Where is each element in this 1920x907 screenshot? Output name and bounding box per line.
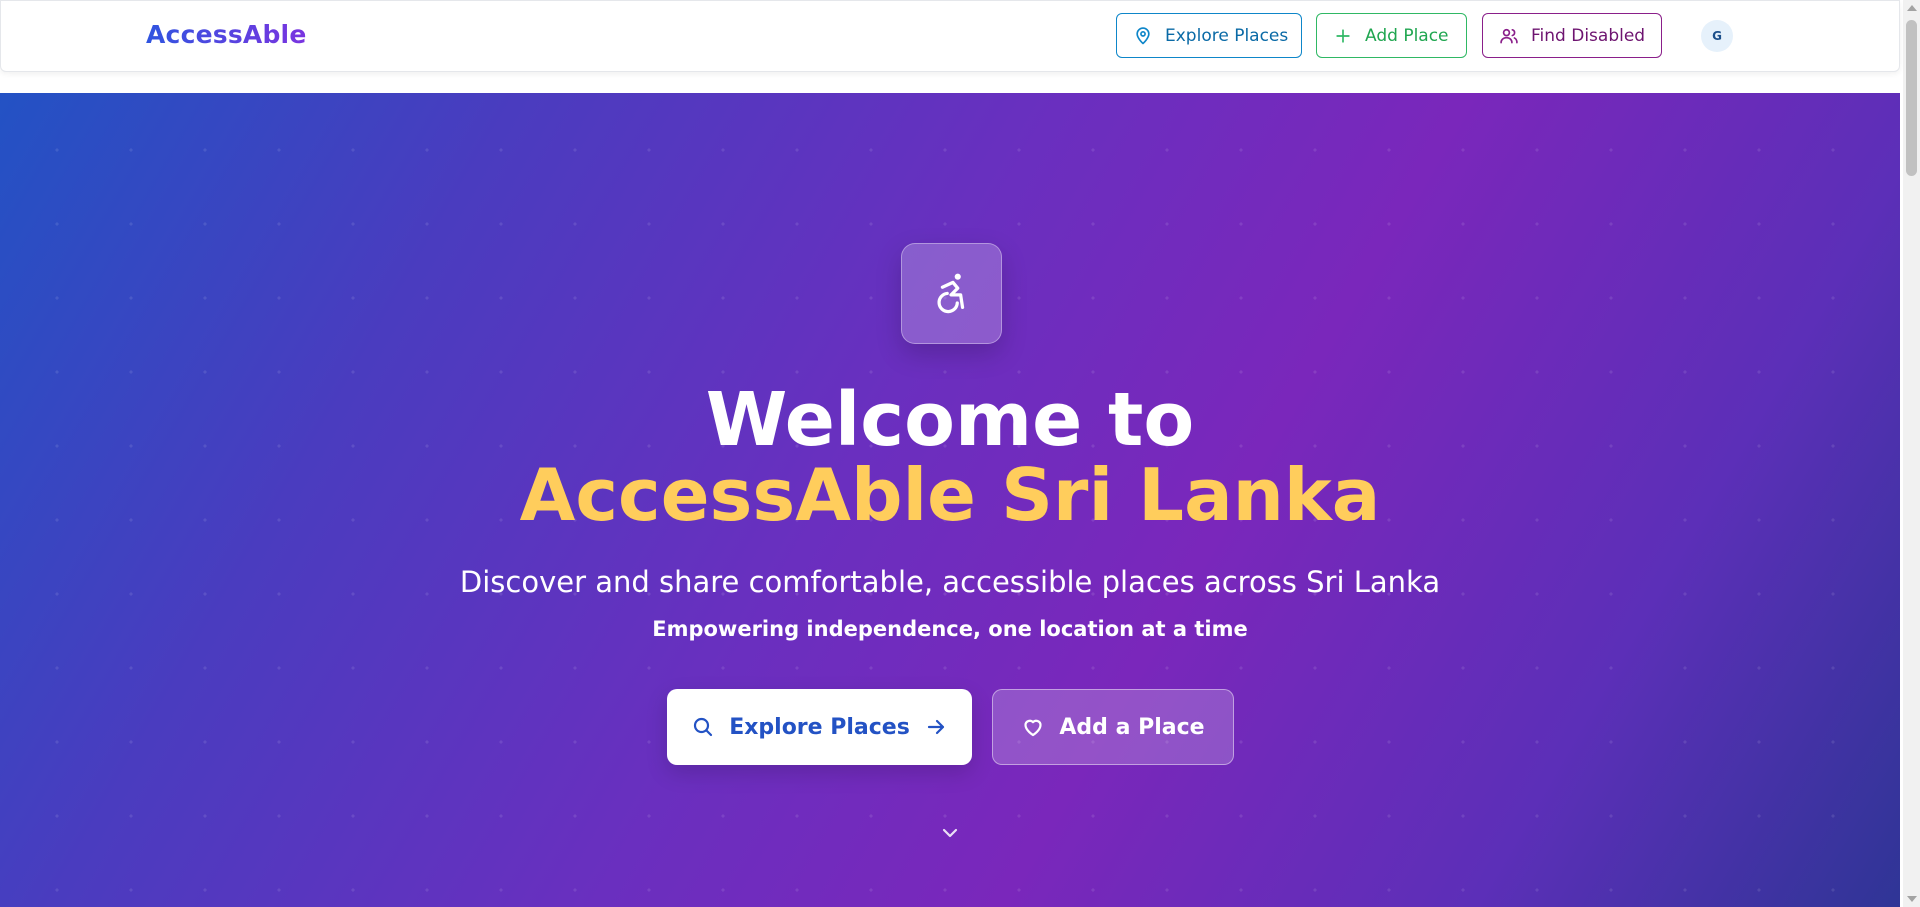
hero-title-line2: AccessAble Sri Lanka (519, 453, 1381, 537)
hero-section: Welcome to AccessAble Sri Lanka Discover… (0, 93, 1900, 907)
hero-title-line1: Welcome to (705, 377, 1195, 463)
brand-logo[interactable]: AccessAble (146, 20, 306, 49)
hero-explore-places-button[interactable]: Explore Places (667, 689, 972, 765)
nav-find-label: Find Disabled (1531, 25, 1646, 46)
heart-icon (1021, 715, 1045, 739)
top-navbar: AccessAble Explore Places Add Place Find… (0, 0, 1900, 72)
user-avatar[interactable]: G (1701, 20, 1733, 52)
page-scrollbar[interactable] (1903, 0, 1920, 907)
arrow-right-icon (924, 715, 948, 739)
users-icon (1499, 26, 1519, 46)
scroll-up-arrow-icon[interactable] (1907, 5, 1917, 11)
scrollbar-thumb[interactable] (1906, 20, 1917, 176)
hero-subtitle: Discover and share comfortable, accessib… (459, 565, 1441, 599)
hero-explore-label: Explore Places (729, 714, 910, 740)
hero-add-label: Add a Place (1059, 714, 1205, 740)
hero-tagline: Empowering independence, one location at… (652, 617, 1248, 641)
wheelchair-icon (929, 269, 975, 319)
hero-icon-badge (901, 243, 1002, 344)
nav-explore-label: Explore Places (1165, 25, 1289, 46)
nav-add-place-button[interactable]: Add Place (1316, 13, 1467, 58)
map-pin-icon (1133, 26, 1153, 46)
hero-add-place-button[interactable]: Add a Place (992, 689, 1234, 765)
page: AccessAble Explore Places Add Place Find… (0, 0, 1920, 907)
chevron-down-icon[interactable] (938, 821, 962, 845)
search-icon (691, 715, 715, 739)
nav-explore-places-button[interactable]: Explore Places (1116, 13, 1302, 58)
plus-icon (1333, 26, 1353, 46)
scroll-down-arrow-icon[interactable] (1907, 896, 1917, 902)
nav-add-label: Add Place (1365, 25, 1449, 46)
nav-find-disabled-button[interactable]: Find Disabled (1482, 13, 1662, 58)
